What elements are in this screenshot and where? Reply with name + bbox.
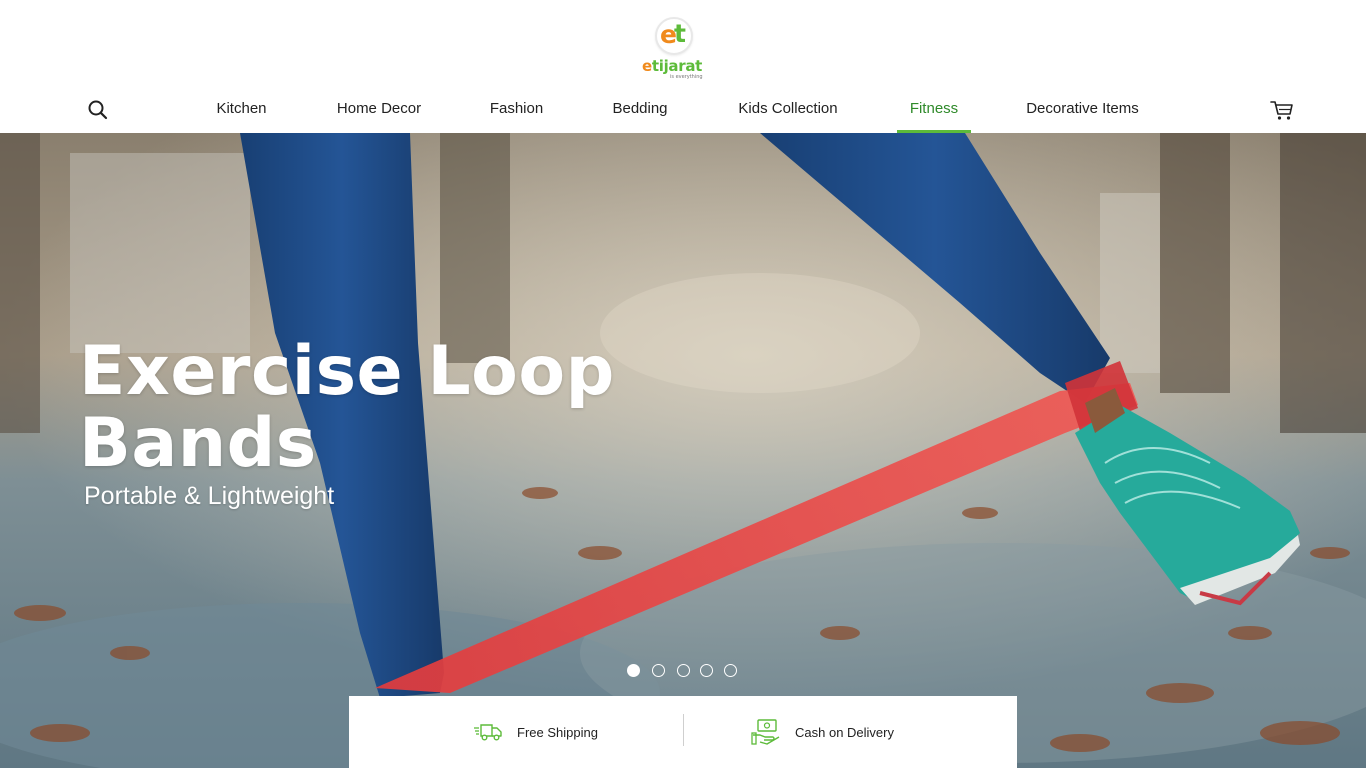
site-header: e t etijarat is everything Kitchen Home …: [0, 0, 1366, 133]
nav-item-kids-collection[interactable]: Kids Collection: [728, 92, 848, 133]
slider-dot-4[interactable]: [700, 664, 713, 677]
feature-free-shipping-label: Free Shipping: [517, 724, 598, 740]
nav-item-decorative-items[interactable]: Decorative Items: [1014, 92, 1151, 133]
slider-dot-2[interactable]: [652, 664, 665, 677]
feature-cash-on-delivery: Cash on Delivery: [751, 696, 894, 768]
cart-button[interactable]: [1269, 97, 1295, 123]
nav-item-bedding[interactable]: Bedding: [603, 92, 677, 133]
logo-mark: e t: [655, 17, 693, 55]
nav-item-kitchen[interactable]: Kitchen: [208, 92, 275, 133]
hero-slider: Exercise Loop Bands Portable & Lightweig…: [0, 133, 1366, 768]
hero-title-line2: Bands: [79, 404, 317, 483]
slider-dot-1[interactable]: [627, 664, 640, 677]
hero-title-line1: Exercise Loop: [79, 332, 615, 411]
logo-wordmark: etijarat: [642, 57, 702, 75]
hero-title: Exercise Loop Bands: [79, 336, 639, 480]
logo-tagline: is everything: [670, 74, 703, 80]
hero-subtitle: Portable & Lightweight: [84, 482, 335, 510]
feature-free-shipping: Free Shipping: [473, 696, 598, 768]
slider-dot-3[interactable]: [677, 664, 690, 677]
nav-item-fitness[interactable]: Fitness: [897, 92, 971, 133]
logo-mark-t: t: [674, 19, 686, 48]
logo-wordmark-rest: tijarat: [651, 57, 703, 75]
nav-item-fashion[interactable]: Fashion: [481, 92, 552, 133]
feature-cash-on-delivery-label: Cash on Delivery: [795, 724, 894, 740]
features-divider: [683, 714, 684, 746]
etijarat-logo[interactable]: e t etijarat is everything: [640, 14, 712, 82]
slider-dot-5[interactable]: [724, 664, 737, 677]
cart-icon: [1270, 101, 1293, 120]
nav-item-home-decor[interactable]: Home Decor: [327, 92, 431, 133]
features-bar: Free Shipping Cash on Delivery: [349, 696, 1017, 768]
cash-icon: [751, 719, 780, 745]
truck-icon: [474, 724, 502, 741]
main-nav: Kitchen Home Decor Fashion Bedding Kids …: [0, 92, 1366, 133]
logo-wordmark-prefix: e: [642, 57, 652, 75]
